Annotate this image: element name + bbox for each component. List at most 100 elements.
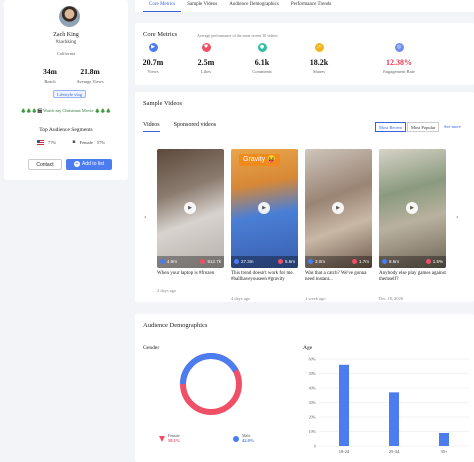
video-2-likes: 5.6m xyxy=(284,259,295,264)
profile-handle: #zachking xyxy=(55,40,77,45)
chevron-left-icon[interactable]: ‹ xyxy=(144,214,146,221)
category-tag[interactable]: Lifestyle vlog xyxy=(53,90,87,98)
metric-shares-label: Shares xyxy=(313,69,325,74)
gender-label: Gender xyxy=(143,345,160,351)
metric-likes-value: 2.5m xyxy=(197,58,215,67)
likes-icon xyxy=(200,259,206,265)
video-2-caption: This trend doesn't work for me. #ballhav… xyxy=(231,271,294,282)
play-icon[interactable]: ▶ xyxy=(258,202,270,214)
segment-gender-label: Female xyxy=(79,139,93,145)
segment-country-value: 77% xyxy=(48,139,57,145)
chevron-right-icon[interactable]: › xyxy=(456,214,458,221)
stat-reach: 34m Reach xyxy=(30,67,70,84)
subtab-sponsored-videos[interactable]: Sponsored videos xyxy=(174,122,217,132)
tab-sample-videos[interactable]: Sample Videos xyxy=(181,0,223,12)
video-subtabs: Videos Sponsored videos xyxy=(143,122,216,132)
video-2-views: 27.3m xyxy=(241,259,254,264)
audience-demographics-title: Audience Demographics xyxy=(143,322,208,329)
plus-icon: + xyxy=(74,160,81,167)
engagement-icon: ◎ xyxy=(394,43,404,52)
sort-most-popular[interactable]: Most Popular xyxy=(407,122,440,132)
likes-icon xyxy=(351,259,357,265)
x-tick-label: 35+ xyxy=(440,449,448,454)
age-label: Age xyxy=(303,345,313,351)
add-to-list-button[interactable]: + Add to list xyxy=(66,159,112,170)
metric-comments-value: 6.1k xyxy=(254,58,270,67)
video-stats-4: 8.6m 1.5% xyxy=(379,256,446,268)
y-tick-label: 20% xyxy=(309,415,317,420)
metric-comments-label: Comments xyxy=(252,69,272,74)
metric-views-value: 20.7m xyxy=(142,58,164,67)
legend-female: Female 58.1% xyxy=(159,433,180,443)
profile-bio: 🎄🎄🎄🎬Watch my Christmas Movie 🎄🎄🎄 xyxy=(20,108,112,113)
play-icon[interactable]: ▶ xyxy=(332,202,344,214)
y-tick-label: 60% xyxy=(309,357,317,362)
age-bar-chart: 0 10% 20% 30% 40% 50% 60% 18-24 25-34 35+ xyxy=(309,357,469,454)
core-metrics-card: Core Metrics Average performance of the … xyxy=(135,23,474,85)
metric-views-label: Views xyxy=(147,69,159,74)
tab-audience-demographics[interactable]: Audience Demographics xyxy=(223,0,285,12)
video-stats-1: 4.9m 512.7k xyxy=(157,256,224,268)
stat-views-value: 21.8m xyxy=(80,67,100,76)
share-icon: ↗ xyxy=(314,43,324,52)
female-icon xyxy=(159,436,165,442)
male-icon xyxy=(233,436,239,442)
stat-views-label: Average Views xyxy=(76,79,104,84)
core-metrics-subtitle: Average performance of the most recent 3… xyxy=(197,33,278,38)
video-thumbnail-2[interactable]: Gravity 😝 ▶ 27.3m 5.6m xyxy=(231,149,298,268)
likes-icon xyxy=(425,259,431,265)
metric-shares: ↗ 18.2k Shares xyxy=(294,43,344,74)
video-thumbnail-1[interactable]: ▶ 4.9m 512.7k xyxy=(157,149,224,268)
video-1-caption: When your laptop is #frozen xyxy=(157,271,215,276)
play-icon[interactable]: ▶ xyxy=(406,202,418,214)
y-tick-label: 30% xyxy=(309,400,317,405)
age-bar-35+ xyxy=(439,432,449,446)
video-1-views: 4.9m xyxy=(167,259,178,264)
contact-button[interactable]: Contact xyxy=(28,159,62,170)
add-to-list-label: Add to list xyxy=(82,161,104,167)
sort-most-recent[interactable]: Most Recent xyxy=(375,122,406,132)
female-icon: ▪ xyxy=(72,139,76,145)
tab-performance-trends[interactable]: Performance Trends xyxy=(285,0,337,12)
profile-name: Zach King xyxy=(53,32,79,38)
video-4-date: Dec 18, 2020 xyxy=(379,296,404,301)
y-tick-label: 50% xyxy=(309,371,317,376)
views-icon xyxy=(308,259,313,265)
heart-icon: ♥ xyxy=(201,43,211,52)
play-icon[interactable]: ▶ xyxy=(184,202,196,214)
play-icon: ▶ xyxy=(148,43,158,52)
avatar xyxy=(59,6,80,27)
x-tick-label: 25-34 xyxy=(389,449,400,454)
stat-reach-value: 34m xyxy=(43,67,57,76)
gender-donut-chart xyxy=(180,353,242,415)
views-icon xyxy=(234,259,239,265)
profile-card: Zach King #zachking California 34m Reach… xyxy=(4,0,128,180)
x-tick-label: 18-24 xyxy=(339,449,350,454)
legend-male-value: 42.0% xyxy=(242,438,255,443)
segment-gender-value: 57% xyxy=(96,139,106,145)
views-icon xyxy=(160,259,165,265)
legend-female-value: 58.1% xyxy=(168,438,181,443)
subtab-videos[interactable]: Videos xyxy=(143,122,160,132)
video-thumbnail-4[interactable]: ▶ 8.6m 1.5% xyxy=(379,149,446,268)
core-metrics-title: Core Metrics xyxy=(143,31,178,38)
metric-likes: ♥ 2.5m Likes xyxy=(181,43,231,74)
video-stats-3: 3.0m 1.7m xyxy=(305,256,372,268)
video-3-caption: Was that a catch? We've gonna need insta… xyxy=(305,271,367,282)
sample-videos-card: Sample Videos Videos Sponsored videos Mo… xyxy=(135,92,474,302)
y-tick-label: 40% xyxy=(309,386,317,391)
metric-likes-label: Likes xyxy=(201,69,211,74)
video-stats-2: 27.3m 5.6m xyxy=(231,256,298,268)
stat-reach-label: Reach xyxy=(44,79,56,84)
views-icon xyxy=(382,259,387,265)
legend-male: Male 42.0% xyxy=(233,433,254,443)
video-3-views: 3.0m xyxy=(315,259,326,264)
tab-core-metrics[interactable]: Core Metrics xyxy=(143,0,182,12)
likes-icon xyxy=(277,259,283,265)
age-bar-25-34 xyxy=(389,392,399,446)
stat-average-views: 21.8m Average Views xyxy=(70,67,110,84)
video-1-date: 2 days ago xyxy=(157,288,177,293)
y-tick-label: 10% xyxy=(309,429,317,434)
see-more-link[interactable]: See more xyxy=(441,122,464,132)
video-thumbnail-3[interactable]: ▶ 3.0m 1.7m xyxy=(305,149,372,268)
